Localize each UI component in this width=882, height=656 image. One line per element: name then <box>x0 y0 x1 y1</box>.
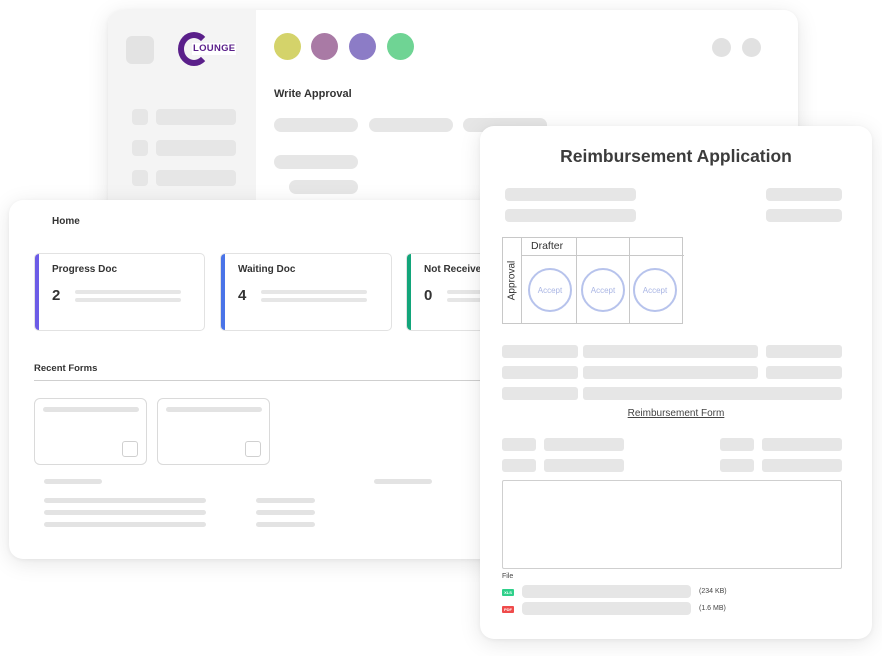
placeholder-line <box>75 298 181 302</box>
approval-label: Approval <box>506 260 518 301</box>
placeholder-field <box>505 209 636 222</box>
stat-card-progress[interactable]: Progress Doc 2 <box>34 253 205 331</box>
color-dot-mauve[interactable] <box>311 33 338 60</box>
placeholder-field <box>502 387 578 400</box>
stat-value: 2 <box>52 287 61 304</box>
placeholder-line <box>261 290 367 294</box>
placeholder-line <box>166 407 262 412</box>
placeholder-field <box>505 188 636 201</box>
logo-text: LOUNGE <box>192 43 237 55</box>
stat-label: Not Received <box>424 264 488 275</box>
stat-accent-bar <box>35 254 39 330</box>
reimbursement-title: Reimbursement Application <box>560 146 792 166</box>
stat-label: Waiting Doc <box>238 264 296 275</box>
placeholder-line <box>44 498 206 503</box>
recent-forms-heading: Recent Forms <box>34 363 98 374</box>
table-divider <box>521 238 522 323</box>
stat-label: Progress Doc <box>52 264 118 275</box>
home-title: Home <box>52 216 80 227</box>
file-size: (234 KB) <box>699 588 727 595</box>
reimbursement-form-link-text[interactable]: Reimbursement Form <box>628 408 725 419</box>
placeholder-field <box>766 209 842 222</box>
placeholder-field <box>502 345 578 358</box>
placeholder-line <box>256 522 315 527</box>
placeholder-field <box>583 345 758 358</box>
placeholder-field[interactable] <box>274 118 358 132</box>
sidebar-item[interactable] <box>156 140 236 156</box>
placeholder-line <box>374 479 432 484</box>
stat-accent-bar <box>221 254 225 330</box>
reimbursement-window: Reimbursement Application Approval Draft… <box>480 126 872 639</box>
placeholder-field <box>544 438 624 451</box>
placeholder-field <box>720 459 754 472</box>
drafter-label: Drafter <box>531 240 564 252</box>
file-name-bar[interactable] <box>522 585 691 598</box>
sidebar-item-icon[interactable] <box>132 109 148 125</box>
placeholder-field <box>762 459 842 472</box>
placeholder-field <box>502 459 536 472</box>
accept-stamp[interactable]: Accept <box>528 268 572 312</box>
sidebar-item[interactable] <box>156 109 236 125</box>
placeholder-field <box>720 438 754 451</box>
file-name-bar[interactable] <box>522 602 691 615</box>
page-title: Write Approval <box>274 88 352 100</box>
placeholder-field[interactable] <box>274 155 358 169</box>
placeholder-field <box>766 188 842 201</box>
accept-stamp[interactable]: Accept <box>633 268 677 312</box>
approval-table: Approval Drafter Accept Accept Accept <box>502 237 684 324</box>
placeholder-line <box>44 522 206 527</box>
placeholder-line <box>256 498 315 503</box>
placeholder-field <box>502 366 578 379</box>
placeholder-field <box>544 459 624 472</box>
description-textarea[interactable] <box>502 480 842 569</box>
color-dot-green[interactable] <box>387 33 414 60</box>
accept-stamp[interactable]: Accept <box>581 268 625 312</box>
placeholder-field <box>766 366 842 379</box>
placeholder-field <box>583 387 842 400</box>
menu-icon[interactable] <box>126 36 154 64</box>
placeholder-line <box>43 407 139 412</box>
sidebar-item-icon[interactable] <box>132 140 148 156</box>
table-divider <box>576 238 577 323</box>
placeholder-field[interactable] <box>289 180 358 194</box>
placeholder-line <box>256 510 315 515</box>
placeholder-line <box>261 298 367 302</box>
sidebar-item-icon[interactable] <box>132 170 148 186</box>
placeholder-line <box>44 510 206 515</box>
placeholder-line <box>44 479 102 484</box>
placeholder-field <box>502 438 536 451</box>
file-label: File <box>502 573 514 580</box>
divider <box>34 380 504 381</box>
placeholder-field <box>762 438 842 451</box>
stat-value: 0 <box>424 287 433 304</box>
recent-form-card[interactable] <box>34 398 147 465</box>
window-close-button[interactable] <box>742 38 761 57</box>
placeholder-line <box>75 290 181 294</box>
placeholder-field <box>583 366 758 379</box>
color-dot-purple[interactable] <box>349 33 376 60</box>
xls-file-icon: XLS <box>502 589 514 596</box>
clounge-logo: LOUNGE <box>178 32 238 66</box>
recent-form-card[interactable] <box>157 398 270 465</box>
sidebar-item[interactable] <box>156 170 236 186</box>
table-divider <box>629 238 630 323</box>
window-minimize-button[interactable] <box>712 38 731 57</box>
color-dot-yellow[interactable] <box>274 33 301 60</box>
home-window: Home Progress Doc 2 Waiting Doc 4 Not Re… <box>9 200 529 559</box>
stat-card-waiting[interactable]: Waiting Doc 4 <box>220 253 392 331</box>
reimbursement-form-link[interactable]: Reimbursement Form <box>480 408 872 419</box>
stat-value: 4 <box>238 287 247 304</box>
placeholder-field[interactable] <box>369 118 453 132</box>
placeholder-field <box>766 345 842 358</box>
stat-accent-bar <box>407 254 411 330</box>
form-checkbox[interactable] <box>245 441 261 457</box>
file-size: (1.6 MB) <box>699 605 726 612</box>
form-checkbox[interactable] <box>122 441 138 457</box>
pdf-file-icon: PDF <box>502 606 514 613</box>
table-divider <box>521 255 684 256</box>
